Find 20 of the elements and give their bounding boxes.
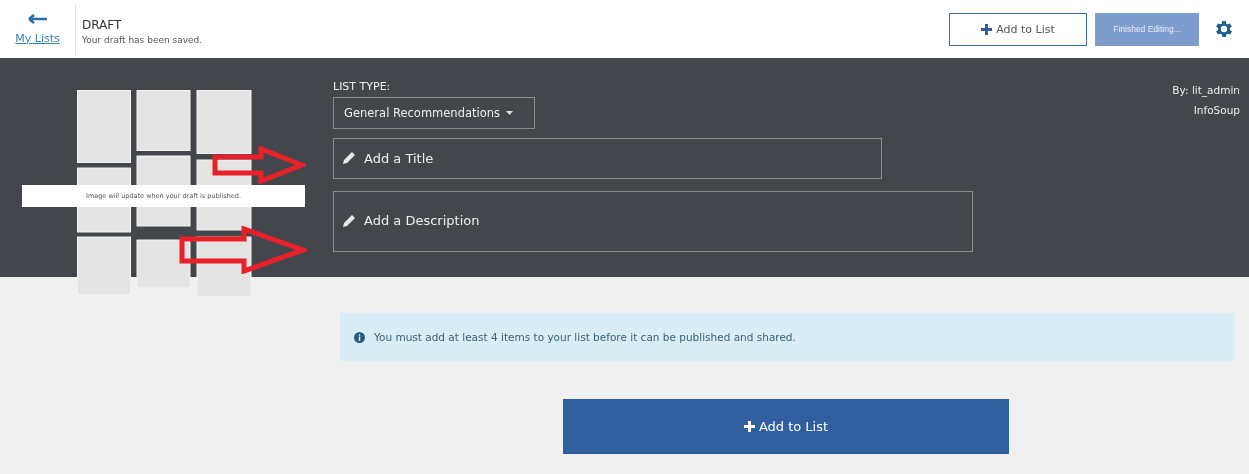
plus-icon [981, 23, 993, 35]
plus-icon [743, 421, 755, 432]
list-type-dropdown[interactable]: General Recommendations [333, 97, 535, 129]
add-to-list-button[interactable]: Add to List [949, 12, 1087, 46]
title-field[interactable]: Add a Title [333, 138, 882, 179]
list-type-label: LIST TYPE: [333, 80, 392, 93]
back-arrow-icon [27, 13, 48, 24]
caret-icon [506, 111, 514, 115]
description-field[interactable]: Add a Description [333, 191, 973, 252]
alert-message: You must add at least 4 items to your list before it can be published and shared. [374, 331, 796, 343]
settings-icon[interactable] [1213, 18, 1235, 40]
pencil-icon [342, 214, 356, 228]
pencil-icon [342, 151, 356, 165]
back-link[interactable]: My Lists [0, 4, 76, 54]
save-status: Your draft has been saved. [82, 34, 203, 45]
organization-name: InfoSoup [1192, 103, 1240, 118]
info-icon [354, 331, 365, 343]
add-to-list-button[interactable]: Add to List [563, 399, 1009, 454]
author-name: By: lit_admin [1172, 83, 1240, 99]
page-title: DRAFT [82, 17, 123, 32]
